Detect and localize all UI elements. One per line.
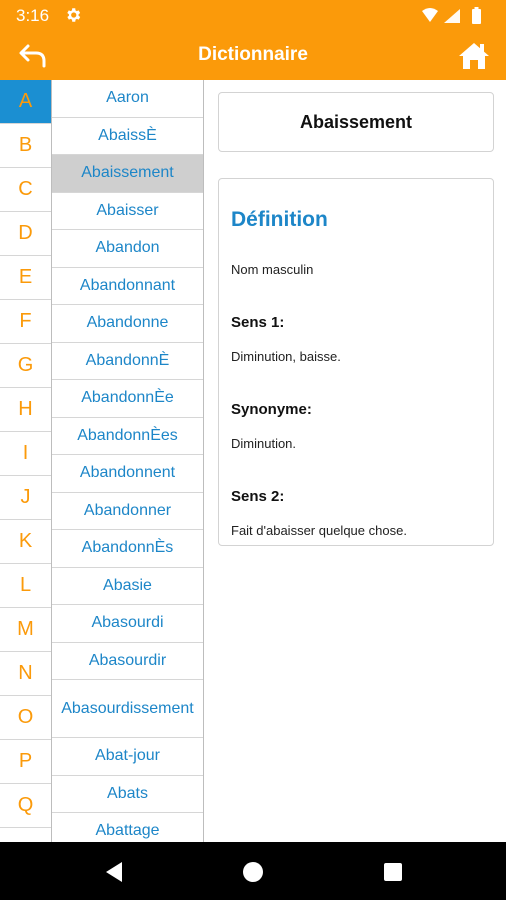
definition-card: Définition Nom masculin Sens 1: Diminuti…: [218, 178, 494, 546]
status-time: 3:16: [16, 6, 50, 25]
alphabet-index: ABCDEFGHIJKLMNOPQ: [0, 80, 52, 842]
word-item[interactable]: Abandonne: [52, 305, 203, 343]
signal-icon: [444, 9, 460, 23]
word-item[interactable]: Abasourdir: [52, 643, 203, 680]
synonym-text: Diminution.: [231, 436, 297, 451]
sense1-label: Sens 1:: [231, 314, 285, 331]
battery-icon: [472, 9, 481, 24]
sense2-label: Sens 2:: [231, 488, 285, 505]
wifi-icon: [422, 8, 438, 22]
nav-back-icon[interactable]: [104, 861, 124, 883]
definition-title: Définition: [231, 208, 328, 231]
letter-l[interactable]: L: [0, 564, 51, 608]
status-icons: [422, 7, 481, 24]
app-bar: Dictionnaire: [0, 32, 506, 80]
word-item[interactable]: Abandon: [52, 230, 203, 268]
letter-e[interactable]: E: [0, 256, 51, 300]
home-icon[interactable]: [456, 40, 492, 72]
letter-c[interactable]: C: [0, 168, 51, 212]
nav-home-icon[interactable]: [243, 862, 263, 882]
nav-recents-icon[interactable]: [384, 863, 402, 881]
app-title: Dictionnaire: [198, 44, 308, 65]
letter-p[interactable]: P: [0, 740, 51, 784]
status-bar: 3:16: [0, 0, 506, 32]
word-item[interactable]: Abasourdi: [52, 605, 203, 643]
word-item[interactable]: AbandonnÈes: [52, 418, 203, 455]
word-item[interactable]: Abandonnant: [52, 268, 203, 305]
word-item[interactable]: AbandonnÈ: [52, 343, 203, 380]
word-item[interactable]: AbandonnÈe: [52, 380, 203, 418]
selected-word-title: Abaissement: [299, 111, 413, 132]
word-item[interactable]: Abasourdissement: [52, 680, 203, 738]
word-item[interactable]: Abandonnent: [52, 455, 203, 493]
selected-word-card: Abaissement: [218, 92, 494, 152]
synonym-label: Synonyme:: [231, 401, 312, 418]
letter-b[interactable]: B: [0, 124, 51, 168]
word-item[interactable]: Abandonner: [52, 493, 203, 530]
letter-o[interactable]: O: [0, 696, 51, 740]
letter-k[interactable]: K: [0, 520, 51, 564]
letter-d[interactable]: D: [0, 212, 51, 256]
sense2-text: Fait d'abaisser quelque chose.: [231, 523, 407, 538]
letter-g[interactable]: G: [0, 344, 51, 388]
word-item[interactable]: Abats: [52, 776, 203, 813]
word-list: Aaron AbaissÈ Abaissement Abaisser Abandon Ab…: [52, 80, 204, 842]
word-item[interactable]: Abattage: [52, 813, 203, 842]
settings-gear-icon: [67, 8, 81, 22]
letter-f[interactable]: F: [0, 300, 51, 344]
sense1-text: Diminution, baisse.: [231, 349, 341, 364]
letter-m[interactable]: M: [0, 608, 51, 652]
letter-i[interactable]: I: [0, 432, 51, 476]
word-item[interactable]: Abaissement: [52, 155, 203, 193]
letter-n[interactable]: N: [0, 652, 51, 696]
word-item[interactable]: AbandonnÈs: [52, 530, 203, 568]
letter-a[interactable]: A: [0, 80, 51, 124]
word-item[interactable]: AbaissÈ: [52, 118, 203, 155]
system-nav-bar: [0, 842, 506, 900]
word-type: Nom masculin: [231, 262, 314, 277]
letter-q[interactable]: Q: [0, 784, 51, 828]
letter-h[interactable]: H: [0, 388, 51, 432]
letter-j[interactable]: J: [0, 476, 51, 520]
word-item[interactable]: Abaisser: [52, 193, 203, 230]
word-item[interactable]: Abat-jour: [52, 738, 203, 776]
word-item[interactable]: Aaron: [52, 80, 203, 118]
word-item[interactable]: Abasie: [52, 568, 203, 605]
